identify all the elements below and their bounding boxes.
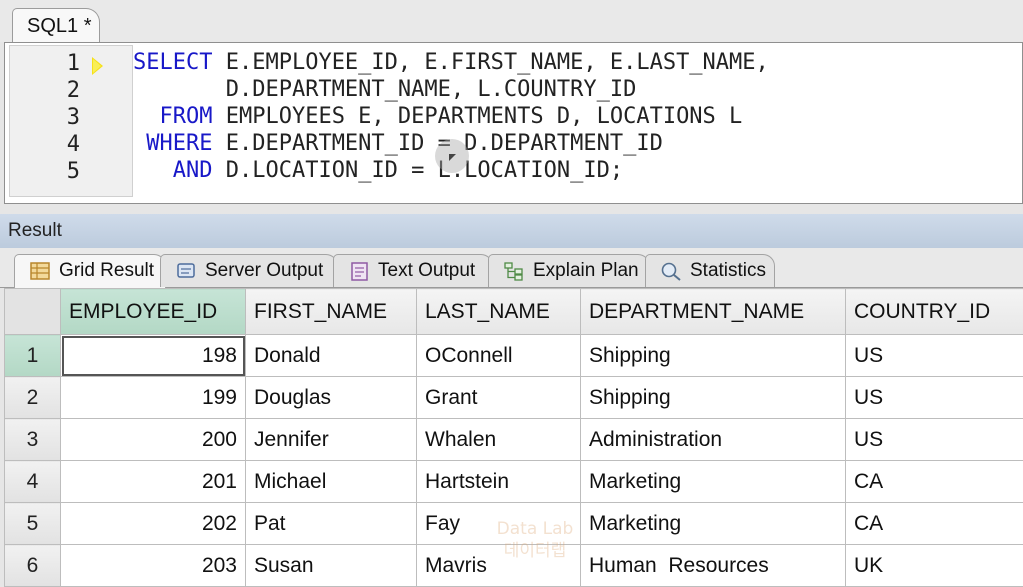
grid-cell[interactable]: Susan [245,544,417,587]
grid-header-row: EMPLOYEE_ID FIRST_NAME LAST_NAME DEPARTM… [4,288,1023,335]
row-number[interactable]: 6 [4,544,61,587]
statistics-icon [661,262,681,281]
tab-sql1[interactable]: SQL1 * [12,8,100,42]
grid-cell[interactable]: Shipping [580,376,846,419]
line-number: 5 [66,159,80,184]
grid-cell[interactable]: 201 [60,460,246,503]
tab-label: Statistics [690,260,767,281]
grid-cell[interactable]: Marketing [580,460,846,503]
tab-label: Grid Result [59,260,155,281]
grid-cell[interactable]: Hartstein [416,460,581,503]
tab-explain-plan[interactable]: Explain Plan [488,254,650,287]
watermark-line: Data Lab [496,519,574,539]
grid-cell[interactable]: UK [845,544,1023,587]
server-icon [177,263,195,278]
sql-keyword: WHERE [146,131,213,156]
tab-label: Text Output [378,260,476,281]
grid-cell[interactable]: 199 [60,376,246,419]
row-number[interactable]: 4 [4,460,61,503]
tab-statistics[interactable]: Statistics [645,254,775,287]
grid-cell[interactable]: Whalen [416,418,581,461]
code-line-4: WHERE E.DEPARTMENT_ID = D.DEPARTMENT_ID [133,130,663,157]
code-line-3: FROM EMPLOYEES E, DEPARTMENTS D, LOCATIO… [133,103,743,130]
table-row[interactable]: 4 201 Michael Hartstein Marketing CA [4,460,1023,503]
column-header-first-name[interactable]: FIRST_NAME [245,288,417,335]
grid-cell[interactable]: Human Resources [580,544,846,587]
sql-keyword: FROM [159,104,213,129]
grid-cell[interactable]: CA [845,460,1023,503]
code-line-2: D.DEPARTMENT_NAME, L.COUNTRY_ID [133,76,637,103]
grid-corner[interactable] [4,288,61,335]
grid-cell[interactable]: Donald [245,334,417,377]
sql-indent [133,104,160,129]
grid-cell[interactable]: Marketing [580,502,846,545]
grid-cell[interactable]: Administration [580,418,846,461]
tab-label: Server Output [205,260,324,281]
grid-cell[interactable]: 198 [60,334,246,377]
current-statement-arrow-icon [92,57,103,75]
grid-cell[interactable]: 202 [60,502,246,545]
sql-keyword: SELECT [133,50,213,75]
column-header-employee-id[interactable]: EMPLOYEE_ID [60,288,246,335]
table-row[interactable]: 3 200 Jennifer Whalen Administration US [4,418,1023,461]
editor-tab-bar: SQL1 * [0,0,1023,42]
sql-text: EMPLOYEES E, DEPARTMENTS D, LOCATIONS L [212,104,743,129]
row-number[interactable]: 2 [4,376,61,419]
line-number-gutter: 1 2 3 4 5 [9,45,133,197]
row-number[interactable]: 5 [4,502,61,545]
row-number[interactable]: 3 [4,418,61,461]
grid-cell[interactable]: US [845,418,1023,461]
tab-text-output[interactable]: Text Output [333,254,493,287]
grid-cell[interactable]: Shipping [580,334,846,377]
grid-cell[interactable]: US [845,334,1023,377]
grid-cell[interactable]: US [845,376,1023,419]
grid-cell[interactable]: 203 [60,544,246,587]
grid-cell[interactable]: Pat [245,502,417,545]
line-number: 4 [66,132,80,157]
table-row[interactable]: 2 199 Douglas Grant Shipping US [4,376,1023,419]
grid-icon [30,262,50,280]
watermark-line: 데이터랩 [503,541,567,561]
grid-cell[interactable]: Michael [245,460,417,503]
result-panel-header: Result [0,214,1023,248]
line-number: 3 [66,105,80,130]
sql-text: D.LOCATION_ID = L.LOCATION_ID; [212,158,624,183]
grid-cell[interactable]: Jennifer [245,418,417,461]
sql-indent [133,131,146,156]
grid-cell[interactable]: OConnell [416,334,581,377]
grid-cell[interactable]: CA [845,502,1023,545]
tab-grid-result[interactable]: Grid Result [14,254,166,289]
sql-indent [133,158,173,183]
row-number[interactable]: 1 [4,334,61,377]
column-header-department-name[interactable]: DEPARTMENT_NAME [580,288,846,335]
watermark-logo: Data Lab 데이터랩 [490,518,580,562]
sql-text: E.EMPLOYEE_ID, E.FIRST_NAME, E.LAST_NAME… [212,50,769,75]
grid-cell[interactable]: Grant [416,376,581,419]
tab-label: Explain Plan [533,260,639,281]
sql-indent [133,77,226,102]
tab-server-output[interactable]: Server Output [160,254,338,287]
code-line-5: AND D.LOCATION_ID = L.LOCATION_ID; [133,157,623,184]
column-header-last-name[interactable]: LAST_NAME [416,288,581,335]
code-line-1: SELECT E.EMPLOYEE_ID, E.FIRST_NAME, E.LA… [133,49,769,76]
sql-text: D.DEPARTMENT_NAME, L.COUNTRY_ID [225,77,637,102]
sql-keyword: AND [172,158,213,183]
grid-cell[interactable]: Douglas [245,376,417,419]
result-label: Result [8,220,62,241]
grid-cell[interactable]: 200 [60,418,246,461]
table-row[interactable]: 1 198 Donald OConnell Shipping US [4,334,1023,377]
mouse-cursor-icon [449,154,456,161]
line-number: 2 [66,78,80,103]
explain-plan-icon [504,262,523,281]
sql-editor[interactable]: 1 2 3 4 5 SELECT E.EMPLOYEE_ID, E.FIRST_… [4,42,1023,204]
column-header-country-id[interactable]: COUNTRY_ID [845,288,1023,335]
result-tab-bar: Grid Result Server Output Text Output Ex… [0,248,1023,289]
text-document-icon [351,262,368,281]
line-number: 1 [66,51,80,76]
